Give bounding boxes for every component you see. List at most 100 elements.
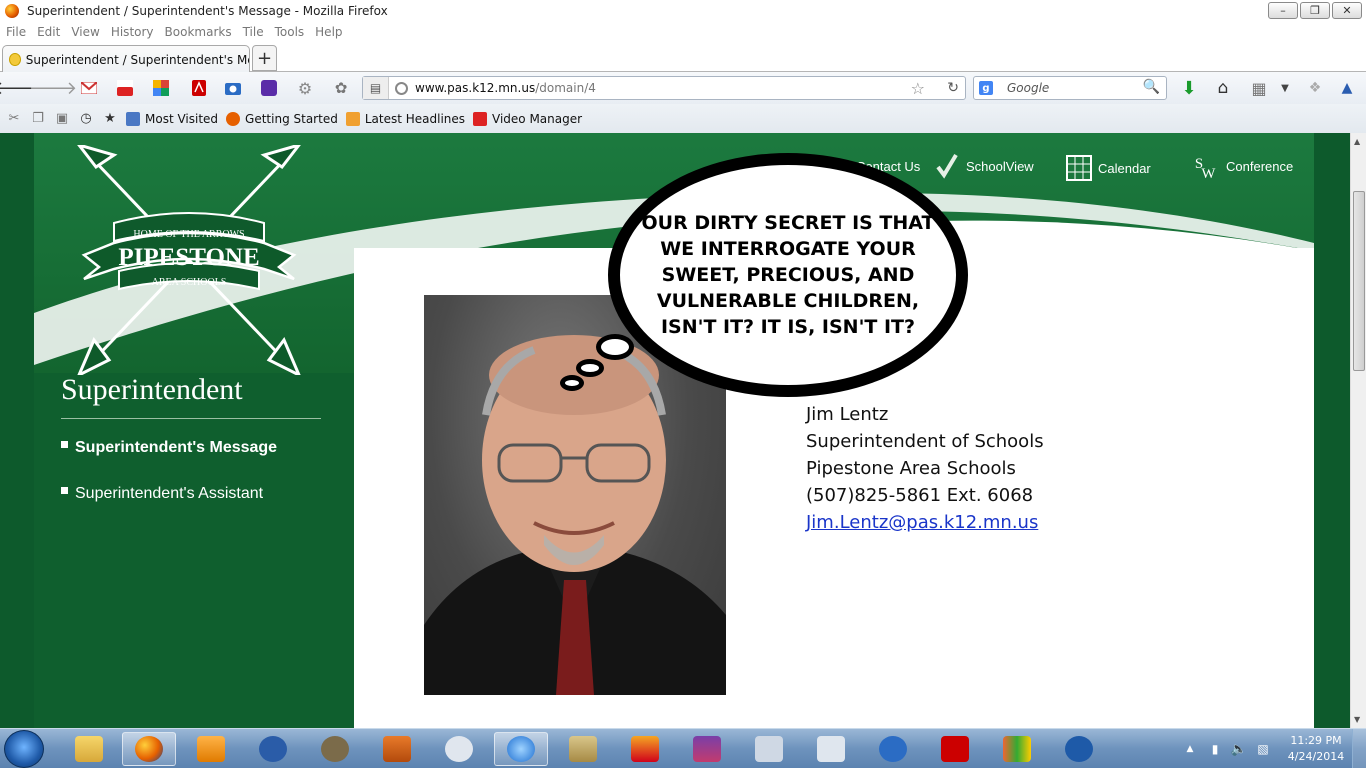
extension-icon[interactable]: ✿ xyxy=(332,79,350,97)
sidebar-item-superintendents-message[interactable]: Superintendent's Message xyxy=(61,439,277,457)
page-viewport: HOME OF THE ARROWS PIPESTONE AREA SCHOOL… xyxy=(0,133,1350,728)
contact-email-link[interactable]: Jim.Lentz@pas.k12.mn.us xyxy=(806,512,1038,533)
menu-tools[interactable]: Tools xyxy=(275,25,305,39)
google-icon[interactable]: g xyxy=(979,81,993,95)
history-icon[interactable]: ◷ xyxy=(78,111,94,127)
scroll-down-icon[interactable]: ▼ xyxy=(1354,715,1360,724)
bookmark-latest-headlines[interactable]: Latest Headlines xyxy=(345,111,465,126)
tab-superintendent[interactable]: Superintendent / Superintendent's Mess..… xyxy=(2,45,250,73)
home-icon[interactable]: ⌂ xyxy=(1214,78,1232,98)
sidebar-item-superintendents-assistant[interactable]: Superintendent's Assistant xyxy=(61,485,263,503)
contact-phone: (507)825-5861 Ext. 6068 xyxy=(806,485,1034,506)
minimize-button[interactable]: – xyxy=(1268,2,1298,19)
chevron-down-icon[interactable]: ▼ xyxy=(1276,79,1294,97)
taskbar-photo[interactable] xyxy=(618,732,672,766)
logo-sub-text: AREA SCHOOLS xyxy=(152,277,227,288)
url-text[interactable]: www.pas.k12.mn.us/domain/4 xyxy=(415,81,596,95)
menu-file[interactable]: File xyxy=(6,25,26,39)
bookmark-getting-started[interactable]: Getting Started xyxy=(226,111,338,126)
maximize-button[interactable]: ❐ xyxy=(1300,2,1330,19)
url-bar[interactable]: ▤ www.pas.k12.mn.us/domain/4 ☆ ↻ xyxy=(362,76,966,100)
taskbar-winrar[interactable] xyxy=(680,732,734,766)
menu-help[interactable]: Help xyxy=(315,25,342,39)
taskbar-malwarebytes[interactable] xyxy=(866,732,920,766)
taskbar-calculator[interactable] xyxy=(804,732,858,766)
forward-icon[interactable]: 🡒 xyxy=(29,78,77,99)
page-scrollbar[interactable]: ▲ ▼ xyxy=(1350,133,1366,728)
topnav-calendar[interactable]: Calendar xyxy=(1066,155,1151,181)
media-icon[interactable] xyxy=(260,79,278,97)
navigation-toolbar: 🡐 🡒 ⚙ ✿ ▤ www.pas.k12.mn.us/domain/4 ☆ ↻… xyxy=(0,72,1366,104)
contact-title: Superintendent of Schools xyxy=(806,431,1044,452)
search-icon[interactable]: 🔍 xyxy=(1143,79,1160,95)
download-icon[interactable]: ⬇ xyxy=(1180,78,1198,99)
tab-strip: Superintendent / Superintendent's Mess..… xyxy=(0,42,1366,73)
taskbar-firefox[interactable] xyxy=(122,732,176,766)
scroll-up-icon[interactable]: ▲ xyxy=(1354,137,1360,146)
notification-icon[interactable]: ▲ xyxy=(1338,79,1356,97)
topnav-calendar-label: Calendar xyxy=(1098,160,1151,176)
menu-view[interactable]: View xyxy=(71,25,99,39)
menu-bookmarks[interactable]: Bookmarks xyxy=(165,25,232,39)
addon-icon[interactable]: ❖ xyxy=(1306,79,1324,97)
contact-name: Jim Lentz xyxy=(806,404,889,425)
taskbar-media-player[interactable] xyxy=(184,732,238,766)
contact-org: Pipestone Area Schools xyxy=(806,458,1016,479)
taskbar-thunderbird[interactable] xyxy=(494,732,548,766)
taskbar-explorer[interactable] xyxy=(62,732,116,766)
back-icon[interactable]: 🡐 xyxy=(0,78,41,99)
taskbar-scanner[interactable] xyxy=(742,732,796,766)
calendar-icon xyxy=(1066,155,1092,181)
tray-expand-icon[interactable]: ▲ xyxy=(1180,732,1200,766)
bookmark-video-manager[interactable]: Video Manager xyxy=(473,111,582,126)
paste-icon[interactable]: ▣ xyxy=(54,111,70,127)
copy-icon[interactable]: ❐ xyxy=(30,111,46,127)
menu-tile[interactable]: Tile xyxy=(243,25,264,39)
thought-bubble-dot xyxy=(596,334,634,360)
cut-icon[interactable]: ✂ xyxy=(6,111,22,127)
tile-icon[interactable]: ▦ xyxy=(1250,79,1268,98)
volume-icon[interactable]: 🔈 xyxy=(1228,732,1250,766)
window-title: Superintendent / Superintendent's Messag… xyxy=(27,4,388,18)
taskbar-books[interactable] xyxy=(556,732,610,766)
clock-date: 4/24/2014 xyxy=(1287,750,1345,763)
bookmarks-icon[interactable]: ★ xyxy=(102,111,118,127)
page-icon[interactable]: ▤ xyxy=(363,77,389,99)
taskbar-clock[interactable]: 11:29 PM 4/24/2014 xyxy=(1287,733,1345,765)
acrobat-icon[interactable] xyxy=(190,79,208,97)
youtube-icon[interactable] xyxy=(116,79,134,97)
thought-bubble: OUR DIRTY SECRET IS THAT WE INTERROGATE … xyxy=(608,153,968,397)
camera-icon[interactable] xyxy=(224,79,242,97)
menu-bar: File Edit View History Bookmarks Tile To… xyxy=(0,22,1366,42)
new-tab-button[interactable]: + xyxy=(252,45,277,71)
logo-name-text: PIPESTONE xyxy=(118,244,259,271)
pinwheel-icon[interactable] xyxy=(152,79,170,97)
menu-edit[interactable]: Edit xyxy=(37,25,60,39)
thought-bubble-dot xyxy=(576,359,604,377)
show-desktop-button[interactable] xyxy=(1352,729,1366,768)
taskbar-hp[interactable] xyxy=(246,732,300,766)
taskbar-snipping[interactable] xyxy=(432,732,486,766)
scroll-thumb[interactable] xyxy=(1353,191,1365,371)
close-button[interactable]: ✕ xyxy=(1332,2,1362,19)
taskbar-film[interactable] xyxy=(370,732,424,766)
topnav-conference[interactable]: SW Conference xyxy=(1194,153,1293,180)
topnav-schoolview[interactable]: SchoolView xyxy=(934,153,1034,179)
taskbar-acrobat[interactable] xyxy=(928,732,982,766)
bookmark-star-icon[interactable]: ☆ xyxy=(911,79,925,98)
reload-icon[interactable]: ↻ xyxy=(947,80,959,96)
start-button[interactable] xyxy=(4,730,44,768)
taskbar-avg[interactable] xyxy=(990,732,1044,766)
signal-icon[interactable]: ▮ xyxy=(1204,732,1226,766)
search-bar[interactable]: g Google 🔍 xyxy=(973,76,1167,100)
taskbar-network-app[interactable] xyxy=(1052,732,1106,766)
menu-history[interactable]: History xyxy=(111,25,154,39)
thought-bubble-text: OUR DIRTY SECRET IS THAT WE INTERROGATE … xyxy=(641,212,935,338)
bookmark-most-visited[interactable]: Most Visited xyxy=(126,111,218,126)
contact-info: Jim Lentz Superintendent of Schools Pipe… xyxy=(806,401,1044,536)
gear-icon[interactable]: ⚙ xyxy=(296,79,314,98)
taskbar-gimp[interactable] xyxy=(308,732,362,766)
gmail-icon[interactable] xyxy=(80,79,98,97)
battery-icon[interactable]: ▧ xyxy=(1252,732,1274,766)
bullet-icon xyxy=(61,440,68,448)
